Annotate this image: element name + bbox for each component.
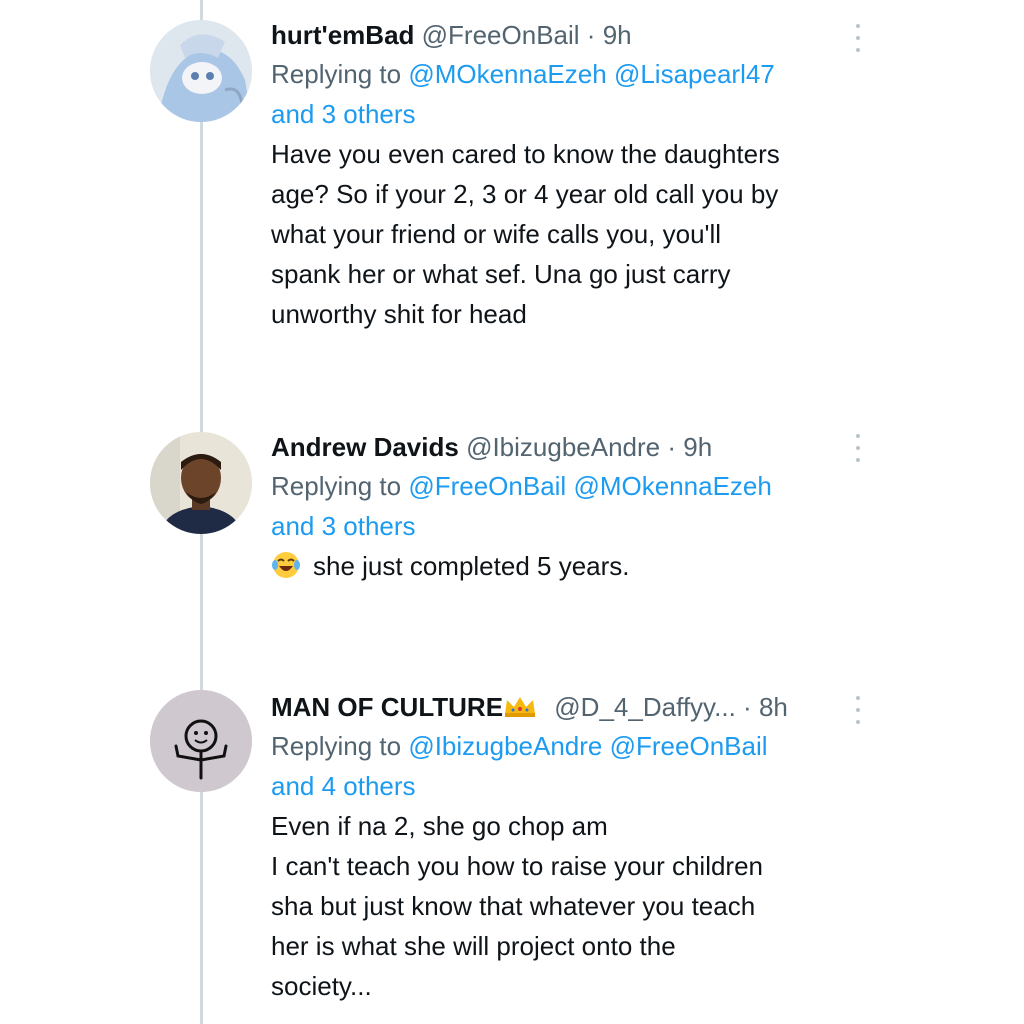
avatar[interactable] <box>150 690 252 792</box>
replying-label: Replying to <box>271 471 402 501</box>
tweet-text-line: I can't teach you how to raise your chil… <box>271 851 764 881</box>
others-link[interactable]: and 3 others <box>271 511 416 541</box>
tweet-text-line: society... <box>271 971 372 1001</box>
replying-label: Replying to <box>271 59 402 89</box>
mention-link[interactable]: @FreeOnBail <box>408 471 566 501</box>
laughing-tears-emoji-icon <box>272 552 300 578</box>
avatar[interactable] <box>150 20 252 122</box>
replying-label: Replying to <box>271 731 402 761</box>
crown-emoji-icon <box>505 697 536 717</box>
tweet-text: Even if na 2, she go chop am I can't tea… <box>271 806 871 1006</box>
tweet-text: she just completed 5 years. <box>271 546 871 586</box>
separator: · <box>667 432 677 462</box>
author-name[interactable]: hurt'emBad <box>271 20 414 50</box>
author-handle[interactable]: @D_4_Daffyy... <box>554 692 736 722</box>
others-link[interactable]: and 4 others <box>271 771 416 801</box>
stick-figure-avatar-icon <box>150 690 252 792</box>
author-handle[interactable]: @FreeOnBail <box>422 20 580 50</box>
others-link[interactable]: and 3 others <box>271 99 416 129</box>
tweet-text-line-content: she just completed 5 years. <box>313 551 630 581</box>
mention-link[interactable]: @IbizugbeAndre <box>408 731 602 761</box>
tweet-text-line: Even if na 2, she go chop am <box>271 811 608 841</box>
tweet-text: Have you even cared to know the daughter… <box>271 134 871 334</box>
replying-to: Replying to @MOkennaEzeh @Lisapearl47 an… <box>271 54 871 134</box>
tweet-text-line: her is what she will project onto the <box>271 931 676 961</box>
separator: · <box>743 692 752 722</box>
mention-link[interactable]: @MOkennaEzeh <box>573 471 771 501</box>
tweet-text-line: Have you even cared to know the daughter… <box>271 139 780 169</box>
replying-to: Replying to @IbizugbeAndre @FreeOnBail a… <box>271 726 871 806</box>
timestamp[interactable]: 8h <box>759 692 788 722</box>
tweet-text-line: she just completed 5 years. <box>271 546 871 586</box>
replying-to: Replying to @FreeOnBail @MOkennaEzeh and… <box>271 466 871 546</box>
anime-character-avatar-icon <box>150 20 252 122</box>
mention-link[interactable]: @MOkennaEzeh <box>408 59 606 89</box>
author-name[interactable]: Andrew Davids <box>271 432 459 462</box>
tweet-text-line: spank her or what sef. Una go just carry <box>271 259 731 289</box>
tweet-text-line: age? So if your 2, 3 or 4 year old call … <box>271 179 779 209</box>
author-handle[interactable]: @IbizugbeAndre <box>466 432 660 462</box>
tweet-text-line: what your friend or wife calls you, you'… <box>271 219 722 249</box>
man-photo-avatar-icon <box>150 432 252 534</box>
tweet-text-line: sha but just know that whatever you teac… <box>271 891 756 921</box>
timestamp[interactable]: 9h <box>603 20 632 50</box>
separator: · <box>586 20 596 50</box>
mention-link[interactable]: @Lisapearl47 <box>614 59 775 89</box>
author-name[interactable]: MAN OF CULTURE <box>271 692 503 722</box>
tweet-text-line: unworthy shit for head <box>271 299 527 329</box>
mention-link[interactable]: @FreeOnBail <box>610 731 768 761</box>
avatar[interactable] <box>150 432 252 534</box>
timestamp[interactable]: 9h <box>683 432 712 462</box>
